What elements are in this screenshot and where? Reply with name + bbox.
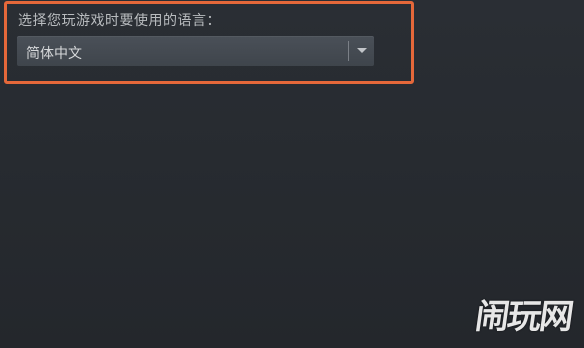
- language-dropdown-value: 简体中文: [26, 46, 82, 62]
- site-watermark-logo: 闹玩网: [472, 297, 575, 337]
- chevron-down-icon[interactable]: [357, 48, 367, 53]
- language-label: 选择您玩游戏时要使用的语言：: [18, 13, 221, 29]
- dropdown-divider: [348, 41, 349, 61]
- language-dropdown[interactable]: 简体中文: [17, 36, 374, 66]
